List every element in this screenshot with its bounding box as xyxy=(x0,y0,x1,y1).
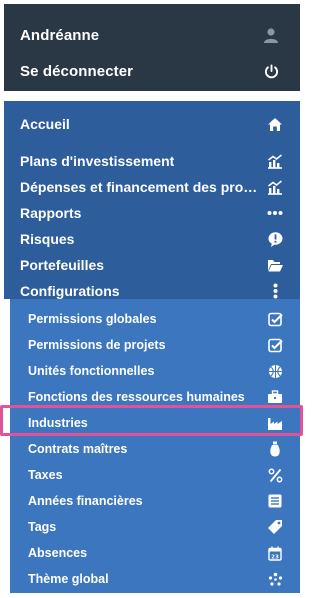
user-profile-row[interactable]: Andréanne xyxy=(4,18,300,52)
nav-item-label: Risques xyxy=(20,231,75,247)
nav-item-label: Accueil xyxy=(20,116,70,132)
sub-item-permissions-globales[interactable]: Permissions globales xyxy=(4,306,300,332)
nav-item-label: Dépenses et financement des pro… xyxy=(20,179,258,195)
sub-item-annees[interactable]: Années financières xyxy=(4,488,300,514)
sub-item-label: Thème global xyxy=(28,572,109,586)
primary-nav: Accueil Plans d'investissement Dépenses … xyxy=(4,101,300,299)
nav-item-plans[interactable]: Plans d'investissement xyxy=(4,148,300,174)
calendar-day: 23 xyxy=(271,554,279,560)
sub-item-label: Années financières xyxy=(28,494,143,508)
tag-icon xyxy=(266,518,284,536)
nav-item-label: Portefeuilles xyxy=(20,257,105,273)
nav-item-label: Plans d'investissement xyxy=(20,153,175,169)
sub-item-label: Taxes xyxy=(28,468,63,482)
check-square-icon xyxy=(266,336,284,354)
alert-icon xyxy=(266,230,284,248)
nav-item-rapports[interactable]: Rapports xyxy=(4,200,300,226)
sub-item-label: Permissions de projets xyxy=(28,338,166,352)
briefcase-icon xyxy=(266,388,284,406)
sub-item-label: Unités fonctionnelles xyxy=(28,364,155,378)
user-name: Andréanne xyxy=(20,26,100,44)
nav-item-label: Configurations xyxy=(20,283,120,299)
main-navigation: Accueil Plans d'investissement Dépenses … xyxy=(4,91,300,594)
chart-icon xyxy=(266,152,284,170)
industries-highlight-box xyxy=(0,405,303,436)
logout-row[interactable]: Se déconnecter xyxy=(4,54,300,88)
sub-item-contrats[interactable]: Contrats maîtres xyxy=(4,436,300,462)
sub-item-unites[interactable]: Unités fonctionnelles xyxy=(4,358,300,384)
nav-item-portefeuilles[interactable]: Portefeuilles xyxy=(4,252,300,278)
power-icon xyxy=(262,62,280,80)
user-panel: Andréanne Se déconnecter xyxy=(4,4,300,91)
logout-label: Se déconnecter xyxy=(20,62,134,80)
sub-item-taxes[interactable]: Taxes xyxy=(4,462,300,488)
sub-item-theme[interactable]: Thème global xyxy=(4,566,300,592)
pinwheel-icon xyxy=(266,570,284,588)
nav-item-depenses[interactable]: Dépenses et financement des pro… xyxy=(4,174,300,200)
percent-icon xyxy=(266,466,284,484)
sub-item-absences[interactable]: Absences 23 xyxy=(4,540,300,566)
folder-open-icon xyxy=(266,256,284,274)
sub-item-label: Absences xyxy=(28,546,88,560)
list-icon xyxy=(266,492,284,510)
user-icon xyxy=(262,26,280,44)
calendar-icon: 23 xyxy=(266,544,284,562)
ellipsis-icon xyxy=(266,204,284,222)
nav-item-risques[interactable]: Risques xyxy=(4,226,300,252)
nav-item-accueil[interactable]: Accueil xyxy=(4,111,300,137)
home-icon xyxy=(266,115,284,133)
sub-item-label: Fonctions des ressources humaines xyxy=(28,390,245,404)
sub-item-tags[interactable]: Tags xyxy=(4,514,300,540)
bottle-icon xyxy=(266,440,284,458)
check-square-icon xyxy=(266,310,284,328)
configurations-submenu: Permissions globales Permissions de proj… xyxy=(10,299,300,593)
basketball-icon xyxy=(266,362,284,380)
sub-item-label: Contrats maîtres xyxy=(28,442,128,456)
sub-item-label: Permissions globales xyxy=(28,312,157,326)
sub-item-permissions-projets[interactable]: Permissions de projets xyxy=(4,332,300,358)
nav-item-label: Rapports xyxy=(20,205,82,221)
chart-icon xyxy=(266,178,284,196)
vertical-ellipsis-icon xyxy=(266,282,284,300)
sub-item-label: Tags xyxy=(28,520,57,534)
